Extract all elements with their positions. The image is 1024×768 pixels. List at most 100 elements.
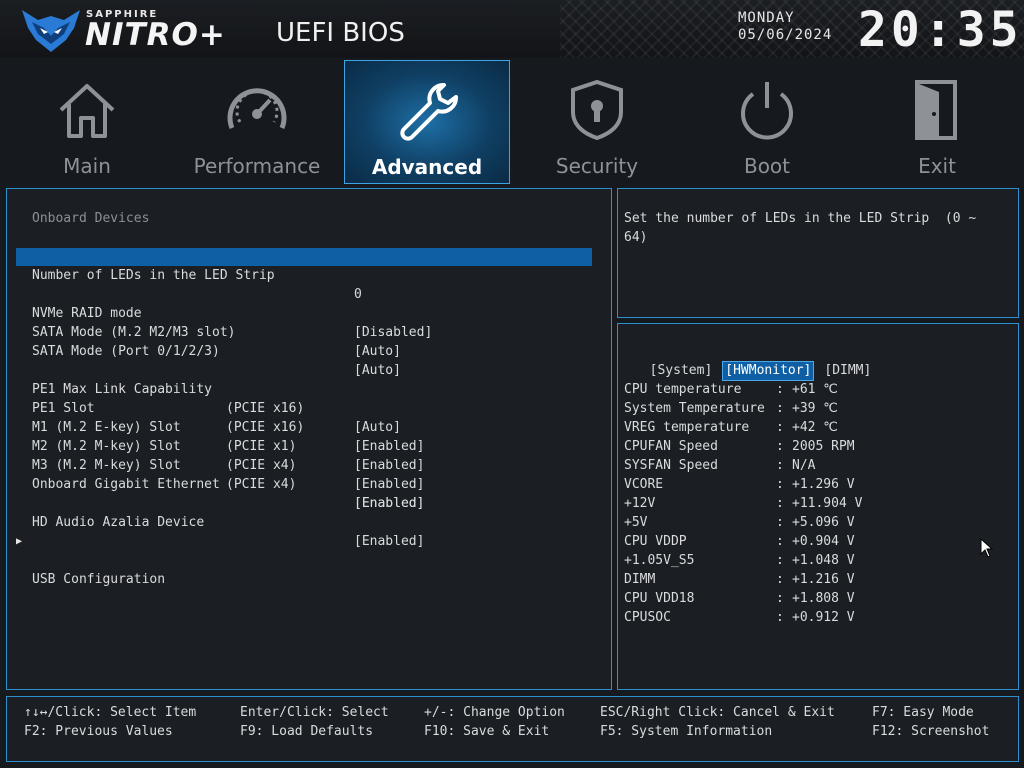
tab-label: Main [63,154,111,178]
hw-key: CPUFAN Speed [624,439,718,454]
hw-key: CPU VDD18 [624,591,695,606]
setting-sub: (PCIE x16) [226,401,305,416]
submenu-label: USB Configuration [32,572,166,587]
tab-label: Performance [193,154,321,178]
setting-label: M3 (M.2 M-key) Slot [32,458,181,473]
main-tabs: Main Performance Advanced Security Boot [0,60,1024,186]
hw-value: +1.296 V [792,477,855,492]
hw-sep: : [776,382,784,397]
hw-sep: : [776,572,784,587]
hw-tab-dimm[interactable]: [DIMM] [822,362,873,380]
help-text-line2: 64) [624,230,648,245]
hw-sep: : [776,534,784,549]
setting-sub: (PCIE x4) [226,458,297,473]
hint-save-exit[interactable]: F10: Save & Exit [424,722,549,741]
brand-nitro: NITRO+ [85,17,226,53]
mouse-pointer-icon [980,538,994,558]
setting-label: SATA Mode (Port 0/1/2/3) [32,344,220,359]
hw-key: +12V [624,496,656,511]
setting-value[interactable]: [Auto] [354,418,401,437]
wrench-icon [400,83,458,141]
hw-tab-hwmonitor[interactable]: [HWMonitor] [722,361,815,381]
clock: 20:35 [858,2,1023,58]
submenu-usb-configuration[interactable]: ▶ USB Configuration [16,532,165,589]
tab-performance[interactable]: Performance [174,60,340,184]
header-bar: SAPPHIRE NITRO+ UEFI BIOS MONDAY 05/06/2… [0,0,1024,58]
hw-sep: : [776,610,784,625]
hw-sep: : [776,553,784,568]
tab-boot[interactable]: Boot [684,60,850,184]
hw-sep: : [776,401,784,416]
hint-select-item: ↑↓↔/Click: Select Item [24,705,197,720]
setting-sub: (PCIE x4) [226,477,297,492]
setting-value[interactable]: [Auto] [354,342,401,361]
setting-value[interactable]: [Enabled] [354,456,424,475]
bios-title: UEFI BIOS [276,18,405,48]
tab-advanced[interactable]: Advanced [344,60,510,184]
hw-value: +5.096 V [792,515,855,530]
selection-highlight [16,248,592,266]
nitro-wolf-logo [22,10,80,52]
hint-select: Enter/Click: Select [240,705,389,720]
hw-value: +11.904 V [792,496,863,511]
hw-value: +42 ℃ [792,420,838,435]
hw-key: CPUSOC [624,610,671,625]
setting-label: SATA Mode (M.2 M2/M3 slot) [32,325,236,340]
setting-sub: (PCIE x1) [226,439,297,454]
tab-label: Boot [743,154,791,178]
hw-sep: : [776,458,784,473]
hw-key: System Temperature [624,401,765,416]
hw-value: +1.048 V [792,553,855,568]
hint-change-option: +/-: Change Option [424,705,565,720]
hw-sep: : [776,515,784,530]
setting-sub: (PCIE x16) [226,420,305,435]
help-panel [617,188,1019,318]
tab-label: Security [555,154,639,178]
hint-system-information[interactable]: F5: System Information [600,722,772,741]
hw-tab-system[interactable]: [System] [648,362,715,380]
hw-key: +5V [624,515,648,530]
hw-key: VCORE [624,477,664,492]
date: 05/06/2024 [738,27,833,43]
setting-value[interactable]: [Disabled] [354,323,432,342]
hw-sep: : [776,439,784,454]
hint-load-defaults[interactable]: F9: Load Defaults [240,722,373,741]
hw-key: +1.05V_S5 [624,553,695,568]
hw-value: +39 ℃ [792,401,838,416]
hint-cancel-exit: ESC/Right Click: Cancel & Exit [600,705,835,720]
setting-label: HD Audio Azalia Device [32,515,205,530]
hw-key: VREG temperature [624,420,750,435]
weekday: MONDAY [738,10,795,26]
hint-easy-mode[interactable]: F7: Easy Mode [872,703,974,722]
tab-label: Advanced [371,155,483,179]
tab-exit[interactable]: Exit [854,60,1020,184]
hw-key: DIMM [624,572,656,587]
setting-value[interactable]: [Enabled] [354,532,424,551]
hw-value: +61 ℃ [792,382,838,397]
tab-main[interactable]: Main [4,60,170,184]
hw-key: CPU VDDP [624,534,687,549]
hw-key: SYSFAN Speed [624,458,718,473]
setting-value[interactable]: [Enabled] [354,437,424,456]
shield-lock-icon [571,79,623,141]
setting-value[interactable]: [Enabled] [354,494,424,513]
tab-label: Exit [918,154,956,178]
home-icon [59,84,115,138]
hw-sep: : [776,477,784,492]
hint-screenshot[interactable]: F12: Screenshot [872,722,989,741]
setting-value[interactable]: 0 [354,285,362,304]
gauge-icon [227,88,287,129]
section-title: Onboard Devices [32,211,150,226]
submenu-arrow-icon: ▶ [16,536,23,547]
power-icon [741,82,793,140]
hint-previous-values[interactable]: F2: Previous Values [24,722,173,741]
setting-label: Number of LEDs in the LED Strip [32,268,275,283]
tab-security[interactable]: Security [514,60,680,184]
hw-value: +0.912 V [792,610,855,625]
setting-label: M1 (M.2 E-key) Slot [32,420,181,435]
hw-value: 2005 RPM [792,439,855,454]
setting-value[interactable]: [Enabled] [354,475,424,494]
hw-sep: : [776,420,784,435]
setting-label: Onboard Gigabit Ethernet [32,477,220,492]
setting-value[interactable]: [Auto] [354,361,401,380]
